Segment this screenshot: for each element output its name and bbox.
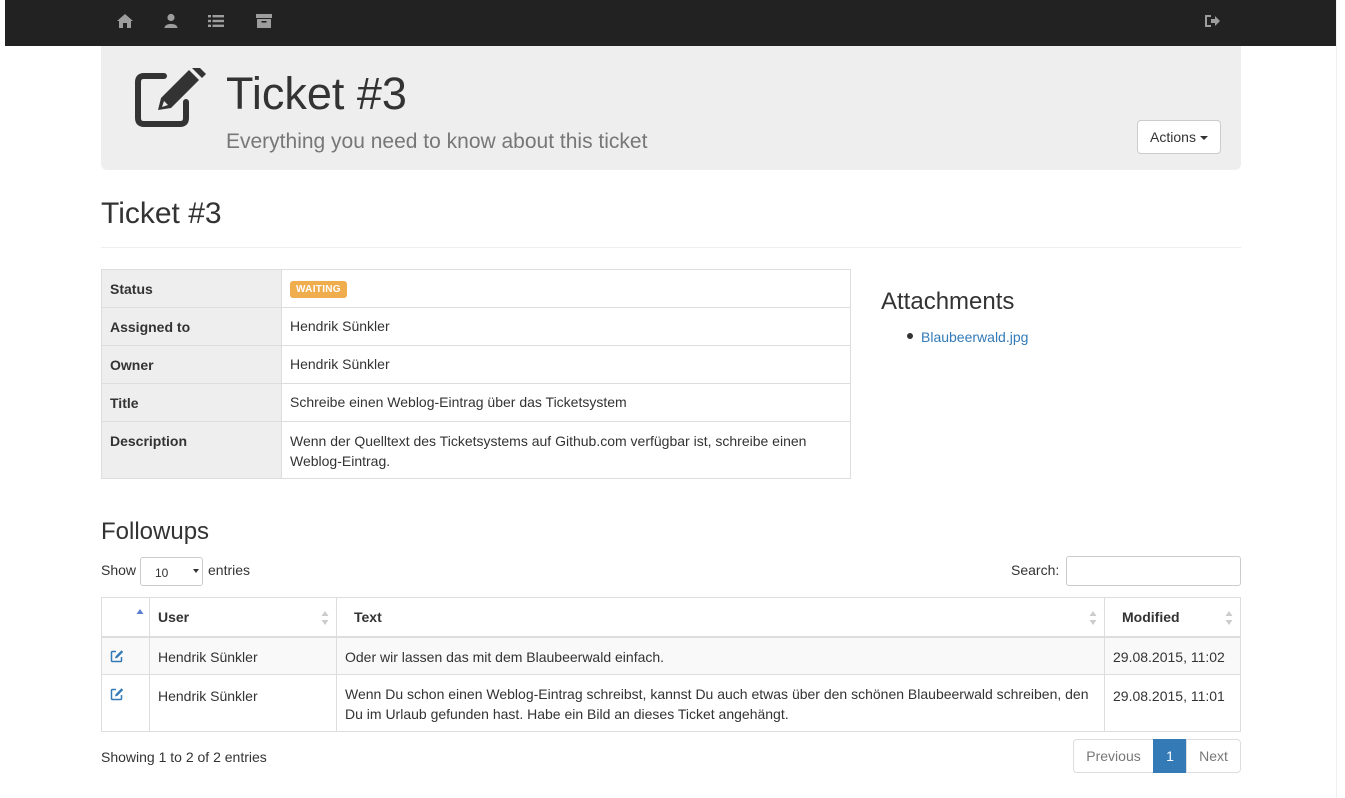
entries-per-page-select[interactable]: 10 [140, 557, 203, 586]
scrollbar-track[interactable] [1336, 0, 1337, 798]
detail-value: Schreibe einen Weblog-Eintrag über das T… [281, 383, 851, 422]
entries-per-page-value: 10 [155, 566, 169, 580]
detail-row-assigned: Assigned to Hendrik Sünkler [101, 307, 851, 346]
followup-modified: 29.08.2015, 11:02 [1104, 636, 1241, 675]
followup-modified: 29.08.2015, 11:01 [1104, 674, 1241, 732]
chevron-down-icon [193, 569, 199, 573]
table-row: Hendrik Sünkler Wenn Du schon einen Webl… [101, 674, 1241, 732]
sort-asc-icon [136, 609, 144, 614]
followup-user: Hendrik Sünkler [149, 674, 337, 732]
attachment-link[interactable]: Blaubeerwald.jpg [921, 329, 1028, 345]
followup-text: Wenn Du schon einen Weblog-Eintrag schre… [336, 674, 1105, 732]
column-header-user[interactable]: User [149, 597, 337, 638]
detail-label: Title [101, 383, 282, 422]
column-header-modified[interactable]: Modified [1104, 597, 1241, 638]
detail-label: Status [101, 269, 282, 308]
table-header-row: User Text Modified [101, 597, 1241, 638]
attachments-heading: Attachments [881, 288, 1015, 315]
page-subtitle: Everything you need to know about this t… [226, 130, 648, 153]
edit-icon [134, 64, 208, 128]
sign-out-icon[interactable] [1203, 12, 1221, 30]
ticket-details-table: Status WAITING Assigned to Hendrik Sünkl… [101, 269, 851, 479]
actions-label: Actions [1150, 129, 1196, 145]
status-badge: WAITING [290, 281, 347, 298]
entries-label: entries [208, 562, 251, 578]
home-icon[interactable] [116, 12, 134, 30]
detail-value: Wenn der Quelltext des Ticketsystems auf… [281, 421, 851, 479]
divider [101, 247, 1241, 248]
detail-label: Assigned to [101, 307, 282, 346]
table-info: Showing 1 to 2 of 2 entries [101, 749, 267, 765]
edit-icon[interactable] [110, 686, 124, 701]
page-1-button[interactable]: 1 [1153, 739, 1187, 773]
archive-icon[interactable] [255, 12, 273, 30]
edit-icon[interactable] [110, 649, 124, 663]
page-title: Ticket #3 [226, 68, 407, 119]
sort-icon [1089, 611, 1097, 625]
sort-icon [1225, 611, 1233, 625]
detail-value: Hendrik Sünkler [281, 345, 851, 384]
followups-table: User Text Modified Hendrik Sünkler Oder … [101, 597, 1241, 732]
bullet-icon [907, 333, 913, 340]
table-row: Hendrik Sünkler Oder wir lassen das mit … [101, 636, 1241, 675]
caret-down-icon [1199, 136, 1208, 141]
show-label: Show [101, 562, 137, 578]
followup-user: Hendrik Sünkler [149, 636, 337, 675]
detail-label: Description [101, 421, 282, 479]
detail-row-status: Status WAITING [101, 269, 851, 308]
next-page-button[interactable]: Next [1186, 739, 1241, 773]
followup-text: Oder wir lassen das mit dem Blaubeerwald… [336, 636, 1105, 675]
previous-page-button[interactable]: Previous [1073, 739, 1154, 773]
column-header-edit[interactable] [101, 597, 150, 638]
detail-row-description: Description Wenn der Quelltext des Ticke… [101, 421, 851, 479]
column-header-text[interactable]: Text [336, 597, 1105, 638]
detail-row-title: Title Schreibe einen Weblog-Eintrag über… [101, 383, 851, 422]
list-icon[interactable] [207, 12, 225, 30]
detail-row-owner: Owner Hendrik Sünkler [101, 345, 851, 384]
actions-button[interactable]: Actions [1137, 120, 1221, 154]
attachment-item: Blaubeerwald.jpg [907, 329, 1028, 345]
user-icon[interactable] [162, 12, 180, 30]
top-navbar [5, 0, 1336, 46]
page-header: Ticket #3 Everything you need to know ab… [101, 46, 1241, 170]
sort-icon [321, 611, 329, 625]
pagination: Previous 1 Next [1073, 739, 1241, 773]
detail-value: Hendrik Sünkler [281, 307, 851, 346]
followups-heading: Followups [101, 518, 210, 545]
detail-label: Owner [101, 345, 282, 384]
search-input[interactable] [1066, 556, 1241, 586]
ticket-heading: Ticket #3 [101, 197, 222, 230]
search-label: Search: [1011, 562, 1060, 578]
